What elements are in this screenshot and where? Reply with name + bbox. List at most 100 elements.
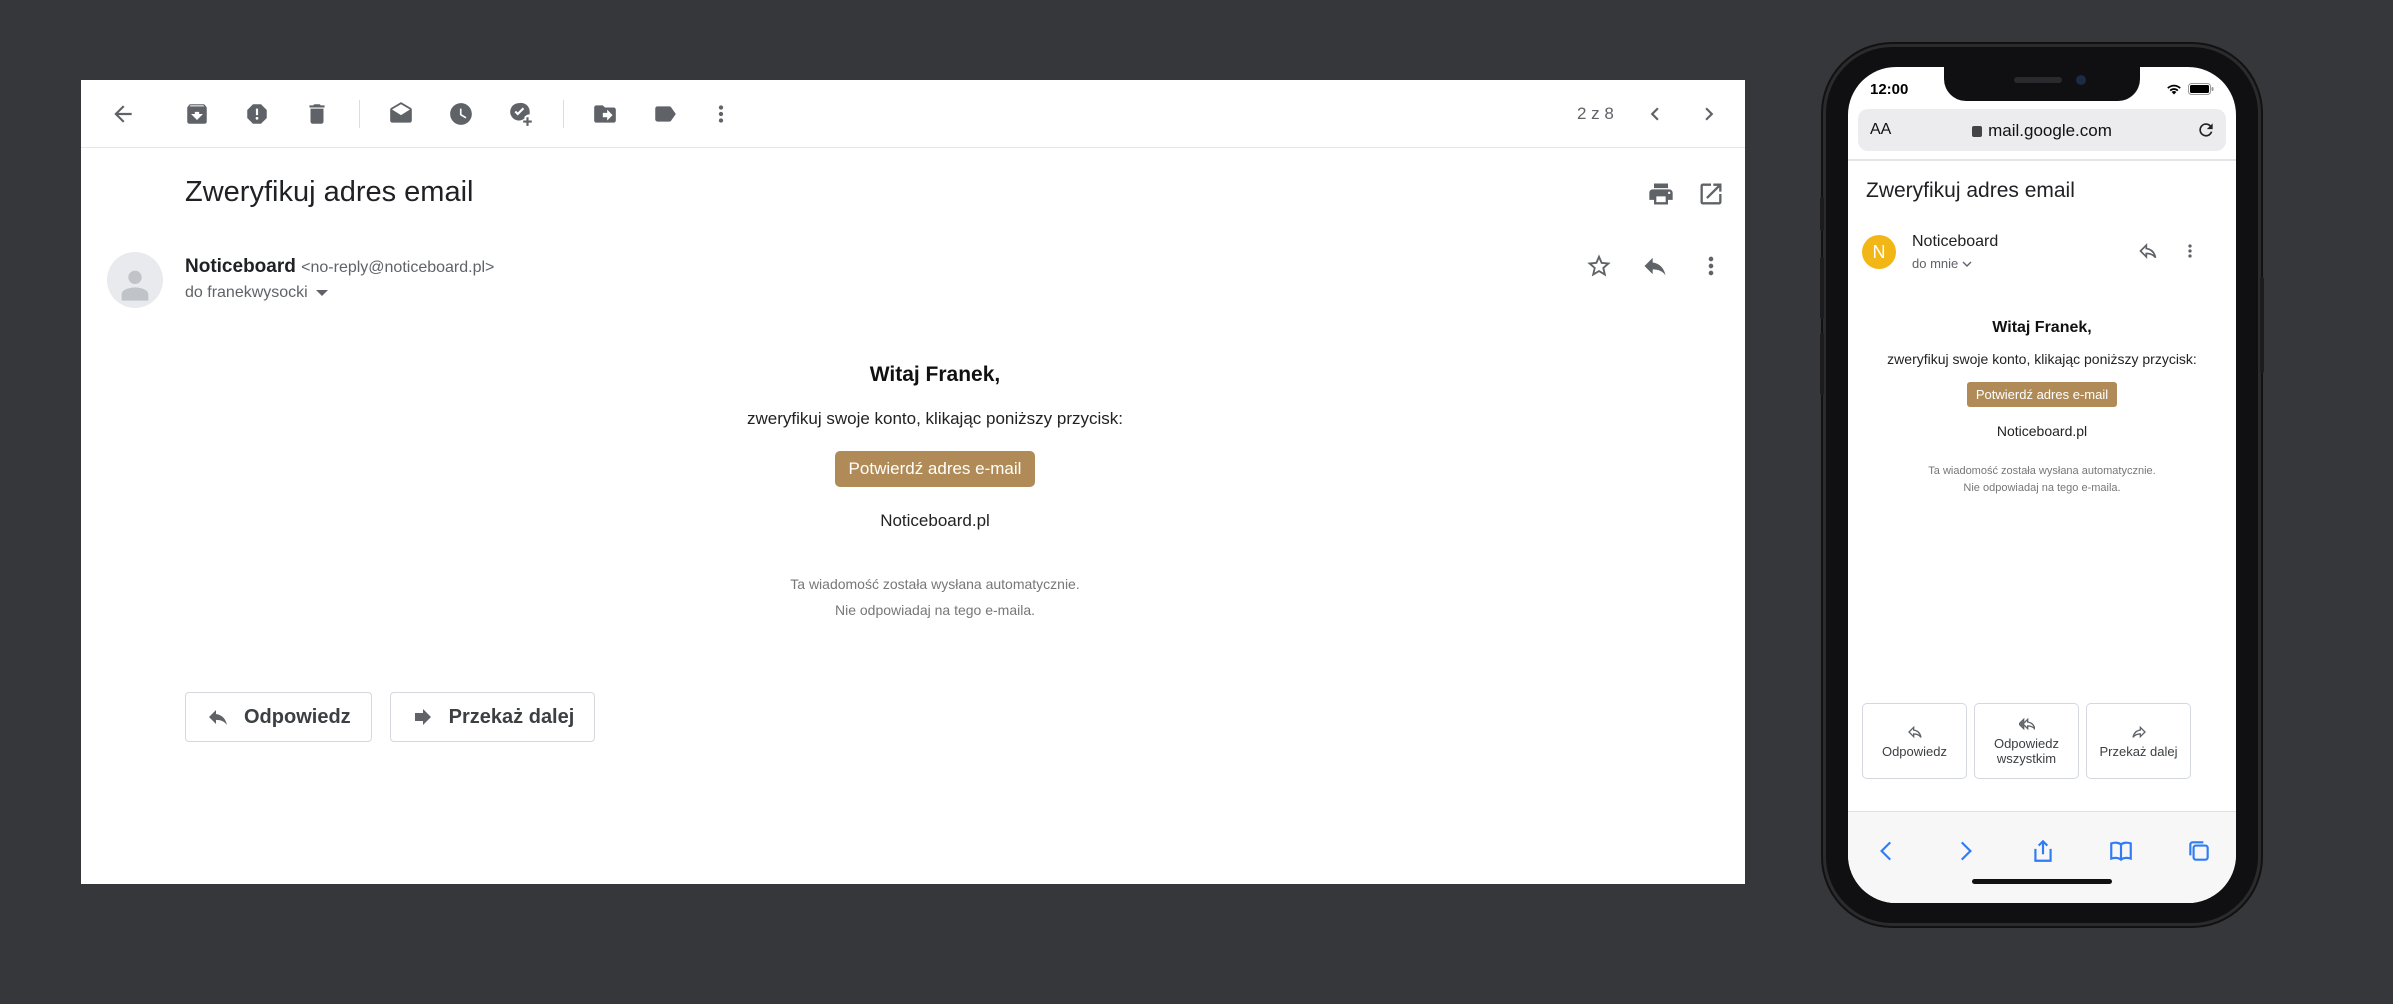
mobile-reply-label: Odpowiedz — [1881, 743, 1948, 759]
chevron-left-icon[interactable] — [1641, 100, 1669, 128]
email-body: Witaj Franek, zweryfikuj swoje konto, kl… — [185, 355, 1685, 623]
confirm-email-button[interactable]: Potwierdź adres e-mail — [834, 451, 1036, 487]
mobile-reply-actions: Odpowiedz Odpowiedz wszystkim Przekaż da… — [1862, 703, 2191, 779]
share-icon[interactable] — [2028, 836, 2058, 866]
mobile-footnote-line-1: Ta wiadomość została wysłana automatyczn… — [1928, 465, 2156, 477]
mark-unread-icon[interactable] — [387, 100, 415, 128]
mobile-reply-all-button[interactable]: Odpowiedz wszystkim — [1974, 703, 2079, 779]
sender-email: <no-reply@noticeboard.pl> — [301, 259, 495, 276]
mobile-sender-avatar: N — [1862, 235, 1896, 269]
forward-button[interactable]: Przekaż dalej — [389, 692, 596, 742]
mobile-message-actions — [2138, 241, 2200, 261]
back-arrow-icon[interactable] — [109, 100, 137, 128]
star-icon[interactable] — [1585, 252, 1613, 280]
mobile-reply-all-label: Odpowiedz wszystkim — [1993, 736, 2060, 766]
sender-line: Noticeboard <no-reply@noticeboard.pl> — [185, 256, 494, 278]
mobile-forward-button[interactable]: Przekaż dalej — [2086, 703, 2191, 779]
divider — [1848, 159, 2236, 161]
bookmarks-icon[interactable] — [2106, 836, 2136, 866]
recipient-text: do franekwysocki — [185, 284, 308, 301]
mobile-body-message: zweryfikuj swoje konto, klikając poniższ… — [1887, 351, 2197, 367]
label-icon[interactable] — [651, 100, 679, 128]
sender-name: Noticeboard — [185, 256, 296, 277]
lock-icon — [1972, 126, 1983, 137]
phone-mockup: 12:00 AA mail.google.com Zweryfikuj adre… — [1820, 47, 2264, 923]
safari-address-bar[interactable]: AA mail.google.com — [1858, 109, 2226, 151]
add-task-icon[interactable] — [507, 100, 535, 128]
mobile-recipient[interactable]: do mnie — [1912, 256, 1972, 271]
desktop-email-view: 2 z 8 Zweryfikuj adres email Noticeboard… — [81, 80, 1745, 884]
status-icons — [2166, 83, 2214, 95]
mobile-greeting: Witaj Franek, — [1992, 319, 2092, 336]
wifi-icon — [2167, 84, 2181, 95]
more-vert-icon[interactable] — [2180, 241, 2200, 261]
mobile-footnote: Ta wiadomość została wysłana automatyczn… — [1878, 463, 2206, 497]
status-time: 12:00 — [1870, 81, 1909, 98]
mobile-footnote-line-2: Nie odpowiadaj na tego e-maila. — [1963, 482, 2121, 494]
home-indicator — [1972, 879, 2112, 884]
brand-name: Noticeboard.pl — [880, 511, 990, 530]
tabs-icon[interactable] — [2184, 836, 2214, 866]
mobile-forward-label: Przekaż dalej — [2099, 743, 2178, 759]
phone-side-button — [1820, 333, 1824, 395]
reply-icon — [209, 710, 227, 725]
caret-down-icon[interactable] — [315, 289, 328, 296]
speaker — [2014, 77, 2062, 83]
battery-icon — [2188, 83, 2214, 95]
reply-icon — [1907, 725, 1922, 738]
mobile-reply-button[interactable]: Odpowiedz — [1862, 703, 1967, 779]
mobile-email-subject: Zweryfikuj adres email — [1866, 179, 2075, 202]
url-display[interactable]: mail.google.com — [1858, 121, 2226, 141]
footnote-line-2: Nie odpowiadaj na tego e-maila. — [834, 602, 1035, 618]
forward-icon — [2131, 725, 2146, 738]
delete-icon[interactable] — [303, 100, 331, 128]
forward-button-label: Przekaż dalej — [448, 705, 575, 728]
message-actions — [1585, 252, 1725, 280]
reply-all-icon — [2018, 717, 2035, 731]
mobile-email-body: Witaj Franek, zweryfikuj swoje konto, kl… — [1878, 319, 2206, 497]
body-message: zweryfikuj swoje konto, klikając poniższ… — [746, 409, 1123, 428]
camera — [2076, 75, 2086, 85]
greeting: Witaj Franek, — [869, 363, 1001, 386]
archive-icon[interactable] — [183, 100, 211, 128]
chevron-down-icon[interactable] — [1962, 260, 1972, 268]
reply-icon[interactable] — [2138, 241, 2158, 261]
reload-icon[interactable] — [2196, 120, 2216, 145]
footnote-line-1: Ta wiadomość została wysłana automatyczn… — [790, 576, 1080, 592]
open-in-new-window-icon[interactable] — [1697, 180, 1725, 208]
phone-side-button — [2260, 277, 2264, 373]
print-icon[interactable] — [1647, 180, 1675, 208]
more-vert-icon[interactable] — [707, 100, 735, 128]
reply-actions: Odpowiedz Przekaż dalej — [185, 692, 596, 742]
report-spam-icon[interactable] — [243, 100, 271, 128]
recipient-line[interactable]: do franekwysocki — [185, 284, 328, 302]
phone-notch — [1944, 67, 2140, 101]
more-vert-icon[interactable] — [1697, 252, 1725, 280]
mobile-brand-name: Noticeboard.pl — [1996, 423, 2088, 439]
phone-side-button — [1820, 197, 1824, 231]
reply-button-label: Odpowiedz — [244, 705, 351, 728]
mobile-recipient-text: do mnie — [1912, 256, 1959, 271]
subject-actions — [1647, 180, 1725, 208]
phone-screen: 12:00 AA mail.google.com Zweryfikuj adre… — [1848, 67, 2236, 903]
forward-icon — [414, 709, 431, 725]
footnote: Ta wiadomość została wysłana automatyczn… — [185, 571, 1685, 623]
safari-back-icon[interactable] — [1872, 836, 1902, 866]
safari-forward-icon[interactable] — [1950, 836, 1980, 866]
mobile-confirm-email-button[interactable]: Potwierdź adres e-mail — [1966, 382, 2118, 407]
sender-avatar — [107, 252, 163, 308]
snooze-clock-icon[interactable] — [447, 100, 475, 128]
move-to-folder-icon[interactable] — [591, 100, 619, 128]
email-toolbar: 2 z 8 — [81, 80, 1745, 148]
toolbar-divider — [359, 100, 360, 128]
pager-count: 2 z 8 — [1577, 104, 1614, 123]
url-text: mail.google.com — [1988, 121, 2112, 140]
chevron-right-icon[interactable] — [1695, 100, 1723, 128]
reply-icon[interactable] — [1641, 252, 1669, 280]
email-subject: Zweryfikuj adres email — [185, 176, 474, 208]
phone-side-button — [1820, 257, 1824, 319]
reply-button[interactable]: Odpowiedz — [185, 692, 372, 742]
person-icon — [121, 270, 149, 301]
safari-bottom-toolbar — [1848, 811, 2236, 903]
mobile-sender-name: Noticeboard — [1912, 233, 1999, 250]
